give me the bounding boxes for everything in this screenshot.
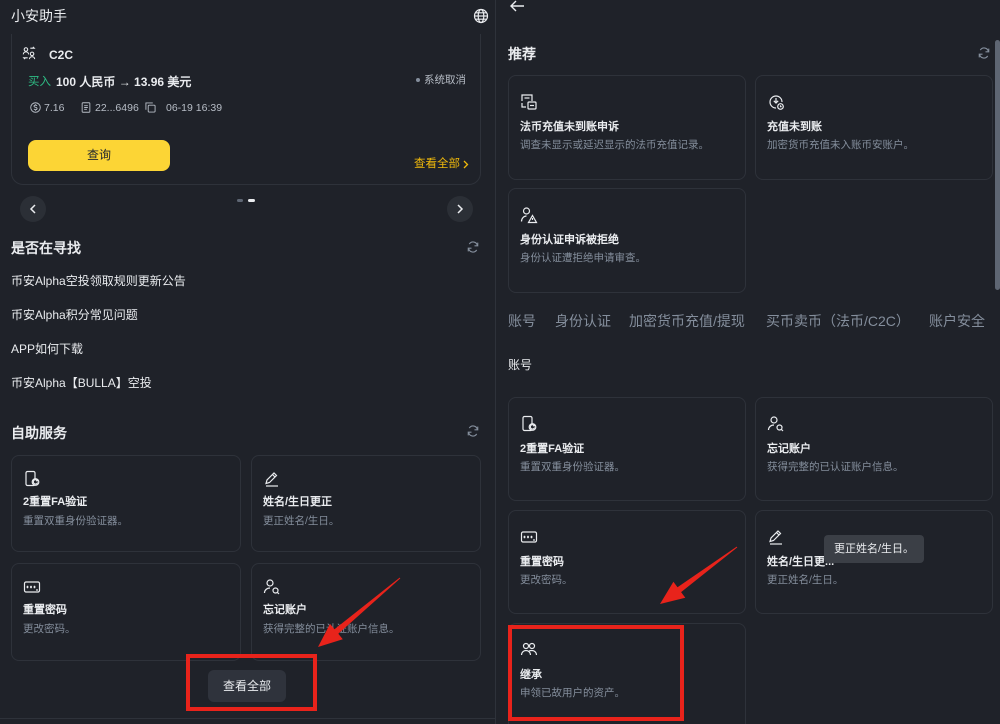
card-description: 身份认证遭拒绝申请审查。 — [520, 252, 646, 264]
view-all-orders-label: 查看全部 — [414, 158, 460, 170]
account-card-inheritance[interactable]: 继承 申领已故用户的资产。 — [508, 623, 746, 724]
looking-for-title: 是否在寻找 — [11, 240, 81, 256]
order-status: 系统取消 — [424, 74, 466, 86]
globe-icon[interactable] — [473, 8, 489, 24]
app-title: 小安助手 — [11, 8, 67, 24]
recommended-card-deposit-missing[interactable]: 充值未到账 加密货币充值未入账币安账户。 — [755, 75, 993, 180]
suggestion-link[interactable]: 币安Alpha【BULLA】空投 — [11, 375, 152, 391]
recommended-card-fiat-deposit[interactable]: 法币充值未到账申诉 调查未显示或延迟显示的法币充值记录。 — [508, 75, 746, 180]
status-dot — [416, 78, 420, 82]
recommended-title: 推荐 — [508, 46, 536, 62]
self-service-card-reset-password[interactable]: 重置密码 更改密码。 — [11, 563, 241, 661]
card-description: 重置双重身份验证器。 — [23, 515, 128, 527]
query-button[interactable]: 查询 — [28, 140, 170, 171]
card-description: 更正姓名/生日。 — [263, 515, 340, 527]
deposit-clock-icon — [767, 93, 785, 111]
tab-buy-sell-crypto[interactable]: 买币卖币（法币/C2C） — [766, 312, 910, 330]
card-description: 获得完整的已认证账户信息。 — [767, 461, 904, 473]
card-description: 更改密码。 — [23, 623, 76, 635]
order-price: 7.16 — [44, 102, 65, 114]
refresh-icon[interactable] — [466, 240, 480, 254]
recommended-card-id-appeal[interactable]: 身份认证申诉被拒绝 身份认证遭拒绝申请审查。 — [508, 188, 746, 293]
chevron-left-icon — [29, 204, 36, 214]
card-title: 2重置FA验证 — [23, 496, 88, 508]
tab-account[interactable]: 账号 — [508, 312, 536, 330]
phone-reset-icon — [520, 415, 538, 433]
tab-crypto-deposit-withdraw[interactable]: 加密货币充值/提现 — [629, 312, 745, 330]
c2c-order-card[interactable]: C2C 买入 100 人民币 → 13.96 美元 系统取消 7.16 22..… — [11, 22, 481, 185]
order-id: 22...6496 — [95, 102, 139, 114]
scrollbar[interactable] — [995, 40, 1000, 290]
card-description: 加密货币充值未入账币安账户。 — [767, 139, 914, 151]
pencil-icon — [767, 528, 785, 546]
suggestion-link[interactable]: APP如何下载 — [11, 341, 83, 357]
card-title: 法币充值未到账申诉 — [520, 121, 619, 133]
id-warning-icon — [520, 206, 538, 224]
card-description: 更改密码。 — [520, 574, 573, 586]
user-search-icon — [263, 578, 281, 596]
fiat-deposit-icon — [520, 93, 538, 111]
self-service-title: 自助服务 — [11, 425, 67, 441]
tab-account-security[interactable]: 账户安全 — [929, 312, 985, 330]
back-arrow-icon[interactable] — [509, 0, 525, 12]
card-title: 2重置FA验证 — [520, 443, 585, 455]
card-title: 身份认证申诉被拒绝 — [520, 234, 619, 246]
card-description: 重置双重身份验证器。 — [520, 461, 625, 473]
card-description: 获得完整的已认证账户信息。 — [263, 623, 400, 635]
account-section-title: 账号 — [508, 358, 533, 372]
card-title: 姓名/生日更正 — [263, 496, 333, 508]
self-service-card-2fa[interactable]: 2重置FA验证 重置双重身份验证器。 — [11, 455, 241, 552]
order-time: 06-19 16:39 — [166, 102, 223, 114]
order-summary: 100 人民币 → 13.96 美元 — [56, 75, 192, 89]
people-icon — [520, 641, 538, 659]
carousel-next-button[interactable] — [447, 196, 473, 222]
bottom-divider — [0, 718, 495, 719]
view-all-orders-link[interactable]: 查看全部 — [414, 157, 469, 172]
panel-divider — [495, 0, 496, 724]
assistant-header — [0, 0, 494, 34]
card-description: 申领已故用户的资产。 — [520, 687, 625, 699]
order-side: 买入 — [28, 76, 51, 88]
account-card-2fa[interactable]: 2重置FA验证 重置双重身份验证器。 — [508, 397, 746, 501]
carousel-prev-button[interactable] — [20, 196, 46, 222]
copy-icon[interactable] — [145, 102, 156, 113]
coin-icon — [30, 102, 41, 113]
card-title: 重置密码 — [520, 556, 564, 568]
self-service-card-name-birthday[interactable]: 姓名/生日更正 更正姓名/生日。 — [251, 455, 481, 552]
account-card-reset-password[interactable]: 重置密码 更改密码。 — [508, 510, 746, 614]
card-title: 继承 — [520, 669, 542, 681]
suggestion-link[interactable]: 币安Alpha积分常见问题 — [11, 307, 138, 323]
card-title: 忘记账户 — [263, 604, 307, 616]
c2c-icon — [22, 46, 36, 60]
self-service-card-forgot-account[interactable]: 忘记账户 获得完整的已认证账户信息。 — [251, 563, 481, 661]
user-search-icon — [767, 415, 785, 433]
tab-identity[interactable]: 身份认证 — [555, 312, 611, 330]
card-title: 充值未到账 — [767, 121, 822, 133]
password-icon — [520, 528, 538, 546]
card-description: 更正姓名/生日。 — [767, 574, 844, 586]
pencil-icon — [263, 470, 281, 488]
password-icon — [23, 578, 41, 596]
order-product: C2C — [49, 48, 74, 62]
suggestion-link[interactable]: 币安Alpha空投领取规则更新公告 — [11, 273, 186, 289]
phone-reset-icon — [23, 470, 41, 488]
card-description: 调查未显示或延迟显示的法币充值记录。 — [520, 139, 709, 151]
account-card-forgot-account[interactable]: 忘记账户 获得完整的已认证账户信息。 — [755, 397, 993, 501]
document-icon — [81, 102, 91, 113]
card-title: 重置密码 — [23, 604, 67, 616]
card-title: 忘记账户 — [767, 443, 811, 455]
chevron-right-icon — [457, 204, 464, 214]
refresh-icon[interactable] — [977, 46, 991, 60]
refresh-icon[interactable] — [466, 424, 480, 438]
chevron-right-icon — [463, 160, 469, 169]
carousel-dot[interactable] — [237, 199, 243, 202]
view-all-button[interactable]: 查看全部 — [208, 670, 286, 702]
tooltip: 更正姓名/生日。 — [824, 535, 924, 563]
carousel-dot[interactable] — [248, 199, 255, 202]
